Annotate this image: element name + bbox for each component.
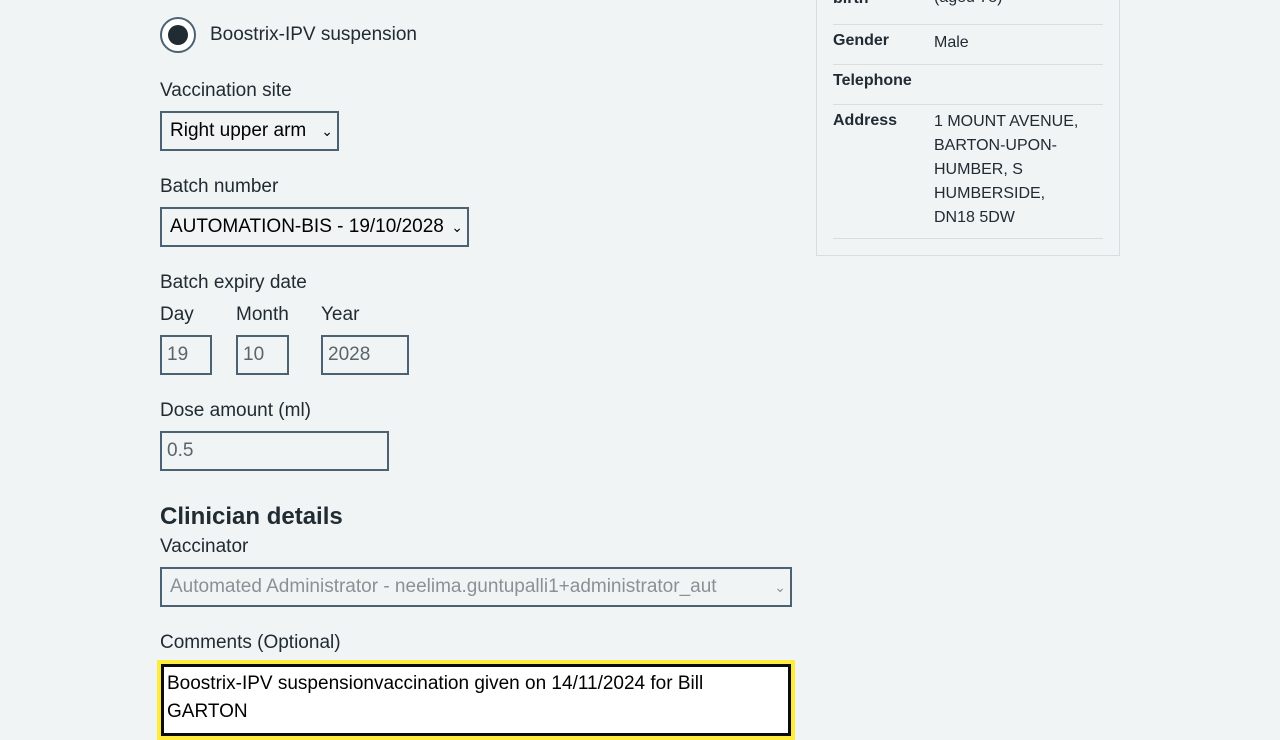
dose-amount-input[interactable]: 0.5: [160, 431, 389, 471]
summary-row-address: Address 1 MOUNT AVENUE, BARTON-UPON-HUMB…: [833, 104, 1103, 239]
gender-value: Male: [934, 34, 969, 51]
vaccinator-label: Vaccinator: [160, 536, 249, 557]
expiry-day-input[interactable]: 19: [160, 335, 212, 375]
summary-row-telephone: Telephone: [833, 64, 1103, 105]
vaccine-radio-option[interactable]: Boostrix-IPV suspension: [160, 15, 417, 55]
batch-number-value: AUTOMATION-BIS - 19/10/2028: [170, 216, 444, 237]
batch-number-label: Batch number: [160, 176, 279, 197]
vaccinator-value: Automated Administrator - neelima.guntup…: [170, 576, 717, 597]
clinician-details-heading: Clinician details: [160, 503, 343, 530]
radio-selected-dot: [168, 25, 188, 45]
dose-amount-label: Dose amount (ml): [160, 400, 311, 421]
telephone-key: Telephone: [833, 72, 912, 89]
dob-value: (aged 78): [934, 0, 1094, 10]
expiry-day-label: Day: [160, 304, 194, 325]
batch-number-select[interactable]: AUTOMATION-BIS - 19/10/2028 ⌄: [160, 207, 469, 247]
summary-row-dob: birth (aged 78): [833, 0, 1103, 25]
batch-expiry-label: Batch expiry date: [160, 272, 307, 293]
dob-key: birth: [833, 0, 869, 8]
gender-key: Gender: [833, 32, 890, 49]
expiry-year-input[interactable]: 2028: [321, 335, 409, 375]
chevron-down-icon: ⌄: [451, 219, 463, 235]
vaccination-site-label: Vaccination site: [160, 80, 292, 101]
comments-focus-ring: Boostrix-IPV suspensionvaccination given…: [157, 660, 795, 740]
address-value: 1 MOUNT AVENUE, BARTON-UPON-HUMBER, S HU…: [934, 113, 1079, 226]
expiry-month-input[interactable]: 10: [236, 335, 289, 375]
vaccinator-select[interactable]: Automated Administrator - neelima.guntup…: [160, 567, 792, 607]
chevron-down-icon: ⌄: [774, 579, 786, 595]
expiry-year-label: Year: [321, 304, 360, 325]
expiry-month-label: Month: [236, 304, 289, 325]
comments-textarea[interactable]: Boostrix-IPV suspensionvaccination given…: [161, 664, 791, 736]
comments-label: Comments (Optional): [160, 632, 341, 653]
address-key: Address: [833, 112, 898, 129]
vaccine-radio-button[interactable]: [160, 17, 196, 53]
vaccination-site-select[interactable]: Right upper arm ⌄: [160, 111, 339, 151]
chevron-down-icon: ⌄: [321, 123, 333, 139]
vaccination-site-value: Right upper arm: [170, 120, 307, 141]
summary-row-gender: Gender Male: [833, 24, 1103, 65]
vaccine-radio-label[interactable]: Boostrix-IPV suspension: [210, 24, 417, 46]
